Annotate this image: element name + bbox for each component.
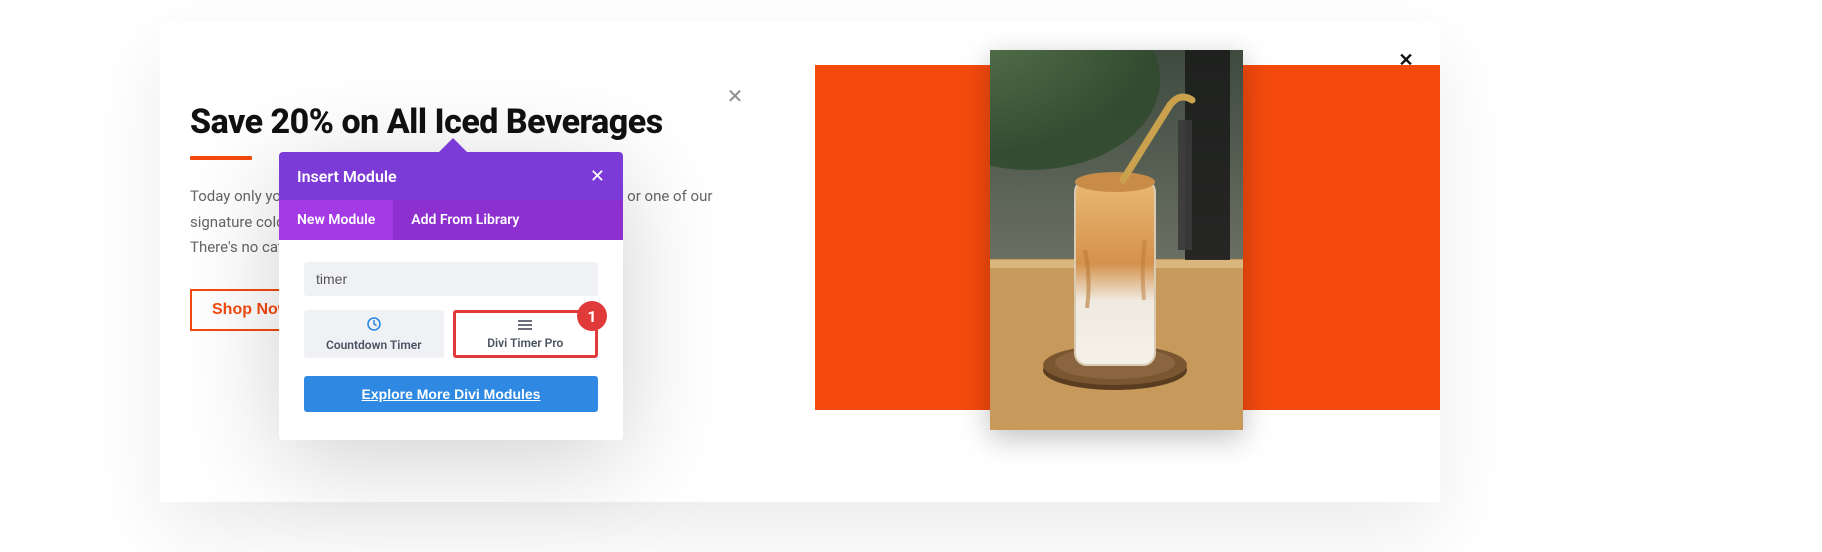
outer-close-button[interactable]: ✕	[1395, 50, 1417, 72]
tab-new-module[interactable]: New Module	[279, 200, 393, 240]
product-image	[990, 50, 1243, 430]
module-label: Divi Timer Pro	[487, 336, 563, 350]
promo-underline	[190, 156, 252, 160]
card-close-button[interactable]: ✕	[723, 84, 747, 108]
module-search-input[interactable]	[304, 262, 598, 296]
popover-header: Insert Module ✕	[279, 152, 623, 200]
popover-arrow-icon	[437, 138, 469, 154]
popover-close-button[interactable]: ✕	[590, 166, 605, 187]
tab-add-from-library[interactable]: Add From Library	[393, 200, 537, 240]
popover-panel: Insert Module ✕ New Module Add From Libr…	[279, 152, 623, 440]
module-label: Countdown Timer	[326, 338, 422, 352]
step-badge: 1	[577, 301, 607, 331]
module-countdown-timer[interactable]: Countdown Timer	[304, 310, 444, 358]
popover-body: Countdown Timer Divi Timer Pro 1 Explore…	[279, 240, 623, 440]
module-grid: Countdown Timer Divi Timer Pro 1	[304, 310, 598, 358]
lines-icon	[518, 319, 532, 333]
popover-title: Insert Module	[297, 167, 397, 186]
explore-more-button[interactable]: Explore More Divi Modules	[304, 376, 598, 412]
popover-tabs: New Module Add From Library	[279, 200, 623, 240]
module-divi-timer-pro[interactable]: Divi Timer Pro 1	[453, 310, 599, 358]
insert-module-popover: Insert Module ✕ New Module Add From Libr…	[279, 152, 623, 440]
clock-icon	[366, 316, 382, 335]
promo-title: Save 20% on All Iced Beverages	[190, 102, 750, 142]
